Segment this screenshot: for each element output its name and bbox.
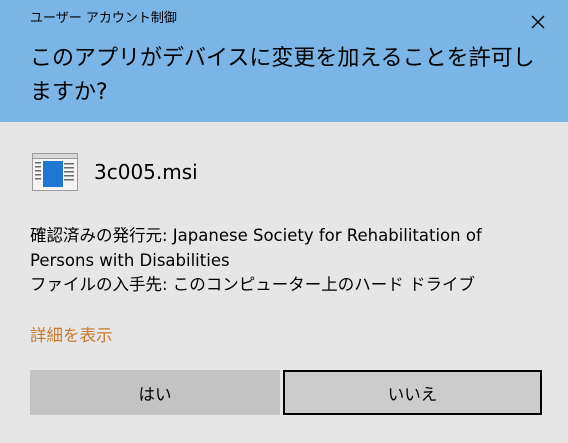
uac-dialog: ユーザー アカウント制御 このアプリがデバイスに変更を加えることを許可しますか?… <box>0 0 568 443</box>
close-icon <box>531 15 545 29</box>
origin-line: ファイルの入手先: このコンピューター上のハード ドライブ <box>30 275 476 294</box>
details-block: 確認済みの発行元: Japanese Society for Rehabilit… <box>30 224 550 298</box>
no-button[interactable]: いいえ <box>283 370 542 415</box>
yes-button-label: はい <box>138 384 172 404</box>
prompt-question: このアプリがデバイスに変更を加えることを許可しますか? <box>30 46 535 105</box>
app-name: 3c005.msi <box>94 160 198 184</box>
app-info: 3c005.msi <box>32 152 198 192</box>
yes-button[interactable]: はい <box>30 370 280 415</box>
publisher-line: 確認済みの発行元: Japanese Society for Rehabilit… <box>30 226 482 270</box>
close-button[interactable] <box>524 8 552 36</box>
no-button-label: いいえ <box>387 384 438 404</box>
window-title: ユーザー アカウント制御 <box>30 11 177 26</box>
show-details-link[interactable]: 詳細を表示 <box>30 322 113 346</box>
dialog-header: ユーザー アカウント制御 このアプリがデバイスに変更を加えることを許可しますか? <box>0 0 568 122</box>
msi-installer-icon <box>32 153 78 191</box>
